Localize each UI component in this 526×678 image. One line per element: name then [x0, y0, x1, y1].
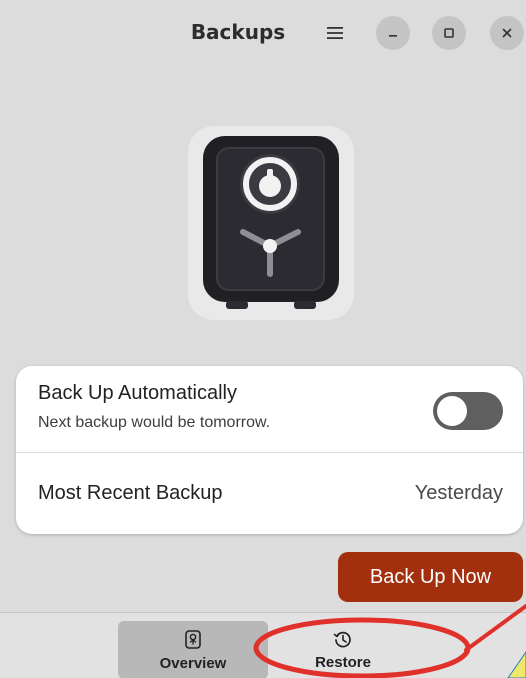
window-title: Backups: [190, 20, 286, 44]
tab-restore[interactable]: Restore: [268, 621, 418, 678]
card-divider: [16, 452, 523, 453]
backups-window: Backups Back Up Automatically Next backu…: [0, 0, 526, 678]
hamburger-menu-icon: [327, 27, 343, 39]
auto-backup-toggle[interactable]: [433, 392, 503, 430]
recent-backup-value: Yesterday: [414, 482, 503, 504]
auto-backup-title: Back Up Automatically: [38, 382, 237, 404]
history-icon: [333, 631, 351, 647]
close-button[interactable]: [490, 16, 524, 50]
auto-backup-subtitle: Next backup would be tomorrow.: [38, 414, 271, 431]
vault-icon: [185, 629, 201, 649]
header-bar: Backups: [0, 0, 526, 64]
close-icon: [502, 28, 512, 38]
toggle-knob: [437, 396, 467, 426]
backup-settings-card: Back Up Automatically Next backup would …: [16, 366, 523, 534]
maximize-button[interactable]: [432, 16, 466, 50]
main-menu-button[interactable]: [318, 18, 352, 48]
maximize-icon: [444, 28, 454, 38]
minimize-icon: [389, 35, 397, 37]
tab-overview[interactable]: Overview: [118, 621, 268, 678]
minimize-button[interactable]: [376, 16, 410, 50]
recent-backup-label: Most Recent Backup: [38, 482, 223, 504]
view-switcher: Overview Restore: [0, 612, 526, 678]
back-up-now-button[interactable]: Back Up Now: [338, 552, 523, 602]
tab-overview-label: Overview: [159, 654, 227, 672]
tab-restore-label: Restore: [315, 653, 371, 671]
safe-vault-icon: [188, 126, 354, 320]
